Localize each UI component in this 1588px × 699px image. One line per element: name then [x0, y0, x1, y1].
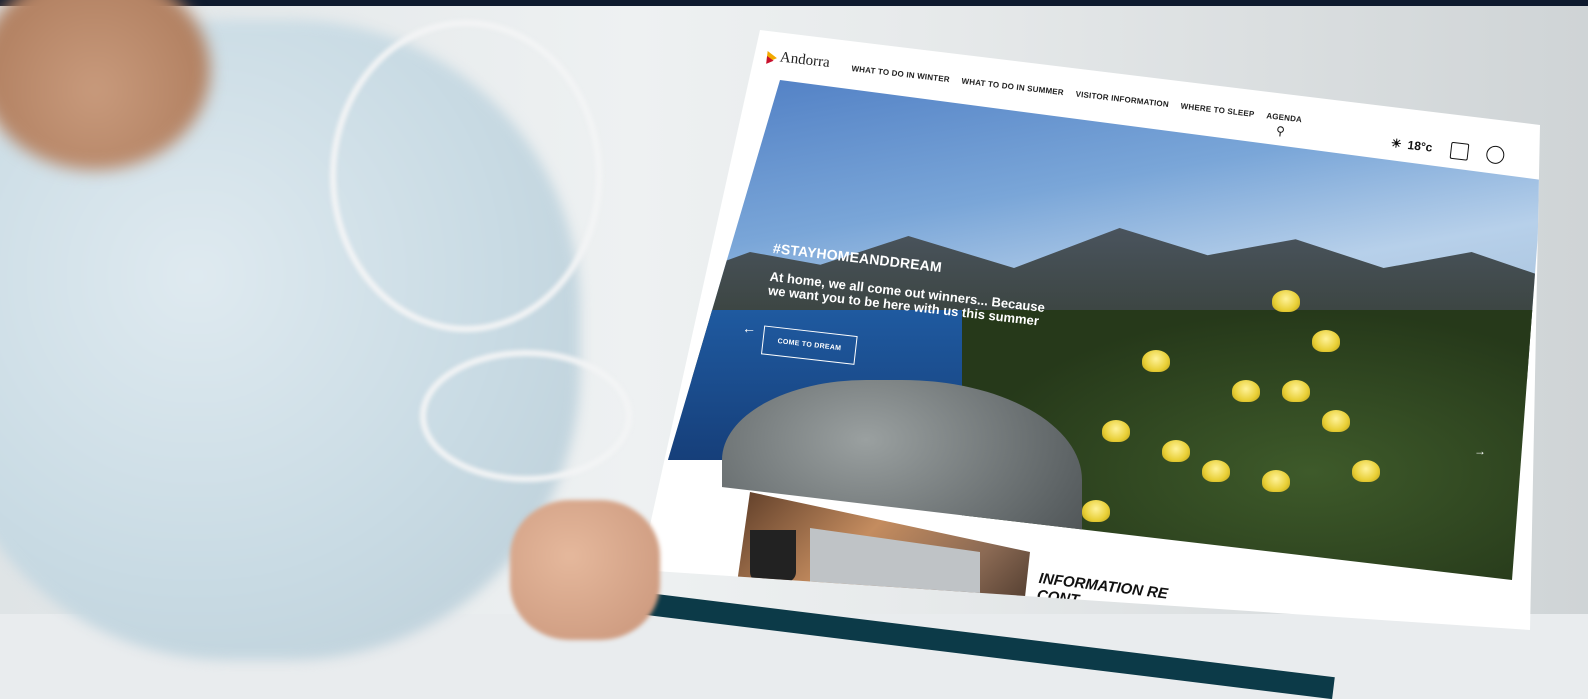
header-tools: ☀ 18°c [1390, 134, 1505, 165]
flower [1142, 350, 1170, 372]
flower [1262, 470, 1290, 492]
flower [1232, 380, 1260, 402]
temperature: 18°c [1406, 137, 1434, 155]
flower [1202, 460, 1230, 482]
user-icon[interactable] [1484, 144, 1505, 165]
cable [330, 20, 602, 332]
site-logo[interactable]: Andorra [766, 48, 831, 72]
nav-item-visitor-information[interactable]: VISITOR INFORMATION [1075, 90, 1169, 110]
arrow-right-icon[interactable]: → [1474, 444, 1486, 458]
weather-widget[interactable]: ☀ 18°c [1390, 136, 1433, 155]
coffee-cup-image [750, 530, 796, 582]
flower [1282, 380, 1310, 402]
arrow-left-icon[interactable]: ← [742, 320, 756, 336]
flower [1082, 500, 1110, 522]
calendar-heart-icon[interactable] [1449, 141, 1470, 161]
logo-text: Andorra [779, 49, 831, 72]
flower [1162, 440, 1190, 462]
nav-item-winter[interactable]: WHAT TO DO IN WINTER [851, 64, 950, 84]
person-hand [510, 500, 660, 640]
flower [1352, 460, 1380, 482]
nav-item-summer[interactable]: WHAT TO DO IN SUMMER [961, 77, 1064, 98]
sun-cloud-icon: ☀ [1390, 135, 1403, 152]
search-icon[interactable]: ⚲ [1275, 124, 1285, 139]
laptop-screen: Andorra WHAT TO DO IN WINTER WHAT TO DO … [640, 30, 1540, 630]
cable [420, 350, 632, 482]
flower [1322, 410, 1350, 432]
andorra-logo-icon [766, 50, 778, 64]
flower [1272, 290, 1300, 312]
flower [1102, 420, 1130, 442]
flower [1312, 330, 1340, 352]
nav-item-agenda[interactable]: AGENDA [1266, 111, 1303, 124]
nav-item-where-to-sleep[interactable]: WHERE TO SLEEP [1180, 102, 1255, 119]
